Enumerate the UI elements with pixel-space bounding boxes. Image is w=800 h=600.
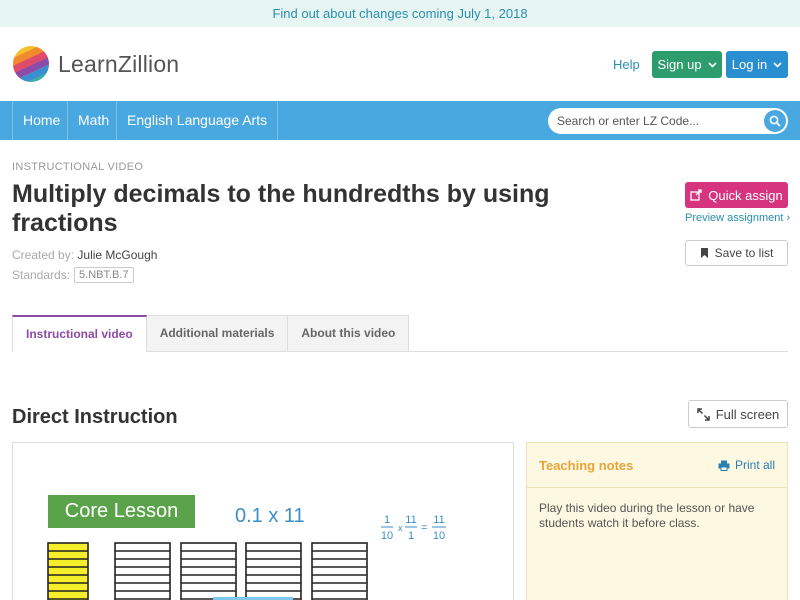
full-screen-button[interactable]: Full screen <box>688 400 788 428</box>
core-lesson-label: Core Lesson <box>48 495 195 528</box>
svg-text:=: = <box>421 522 427 534</box>
standards-label: Standards: <box>12 268 71 282</box>
nav-item-ela[interactable]: English Language Arts <box>116 101 279 140</box>
search-button[interactable] <box>764 110 786 132</box>
announcement-link[interactable]: Find out about changes coming July 1, 20… <box>272 6 527 21</box>
search-box <box>548 108 788 134</box>
chevron-down-icon <box>773 61 782 68</box>
site-header: LearnZillion Help Sign up Log in <box>0 27 800 101</box>
share-icon <box>690 189 702 201</box>
full-screen-label: Full screen <box>715 406 780 422</box>
log-in-label: Log in <box>731 57 768 72</box>
quick-assign-button[interactable]: Quick assign <box>685 182 788 208</box>
standard-badge[interactable]: 5.NBT.B.7 <box>74 267 134 283</box>
sign-up-label: Sign up <box>657 57 702 72</box>
preview-assignment-link[interactable]: Preview assignment › <box>685 212 790 224</box>
teaching-notes-header: Teaching notes Print all <box>527 443 787 488</box>
section-title: Direct Instruction <box>12 406 178 428</box>
sign-up-button[interactable]: Sign up <box>652 51 722 78</box>
hundredths-grid-drawing <box>47 542 368 600</box>
logo-icon <box>13 46 49 82</box>
search-icon <box>769 115 781 127</box>
tab-instructional-video[interactable]: Instructional video <box>12 315 147 352</box>
print-all-link[interactable]: Print all <box>718 458 775 472</box>
save-to-list-button[interactable]: Save to list <box>685 240 788 266</box>
content-type-label: INSTRUCTIONAL VIDEO <box>12 161 144 173</box>
author-link[interactable]: Julie McGough <box>77 248 157 262</box>
teaching-notes-title: Teaching notes <box>539 458 634 473</box>
teaching-notes-body: Play this video during the lesson or hav… <box>539 501 755 530</box>
standards: Standards: 5.NBT.B.7 <box>12 267 134 283</box>
announcement-banner: Find out about changes coming July 1, 20… <box>0 0 800 27</box>
content-tabs: Instructional video Additional materials… <box>12 315 410 352</box>
print-all-label: Print all <box>734 458 775 472</box>
teaching-notes-panel: Teaching notes Print all Play this video… <box>526 442 788 600</box>
fraction-c-num: 11 <box>433 514 444 526</box>
created-by-label: Created by: <box>12 248 75 262</box>
page-title: Multiply decimals to the hundredths by u… <box>12 180 550 237</box>
save-to-list-label: Save to list <box>714 246 774 260</box>
tab-additional-materials[interactable]: Additional materials <box>146 315 289 352</box>
logo[interactable]: LearnZillion <box>12 45 179 83</box>
main-nav: Home Math English Language Arts <box>0 101 800 140</box>
tabs-divider <box>396 351 788 352</box>
bookmark-icon <box>700 248 708 258</box>
chevron-down-icon <box>707 61 717 68</box>
svg-text:x: x <box>398 523 403 533</box>
fraction-a-num: 1 <box>384 514 390 526</box>
fraction-b-num: 11 <box>405 514 416 526</box>
quick-assign-label: Quick assign <box>708 187 783 203</box>
math-expression: 0.1 x 11 <box>235 505 305 527</box>
created-by: Created by: Julie McGough <box>12 248 157 262</box>
expand-icon <box>696 407 710 421</box>
logo-text: LearnZillion <box>58 50 180 77</box>
nav-item-math[interactable]: Math <box>67 101 119 140</box>
search-input[interactable] <box>557 111 757 131</box>
tab-about-video[interactable]: About this video <box>288 315 410 352</box>
video-player[interactable]: Core Lesson 0.1 x 11 1 10 x 11 1 = 11 10 <box>12 442 514 600</box>
log-in-button[interactable]: Log in <box>726 51 788 78</box>
printer-icon <box>718 460 730 471</box>
help-link[interactable]: Help <box>613 57 640 72</box>
nav-item-home[interactable]: Home <box>12 101 70 140</box>
